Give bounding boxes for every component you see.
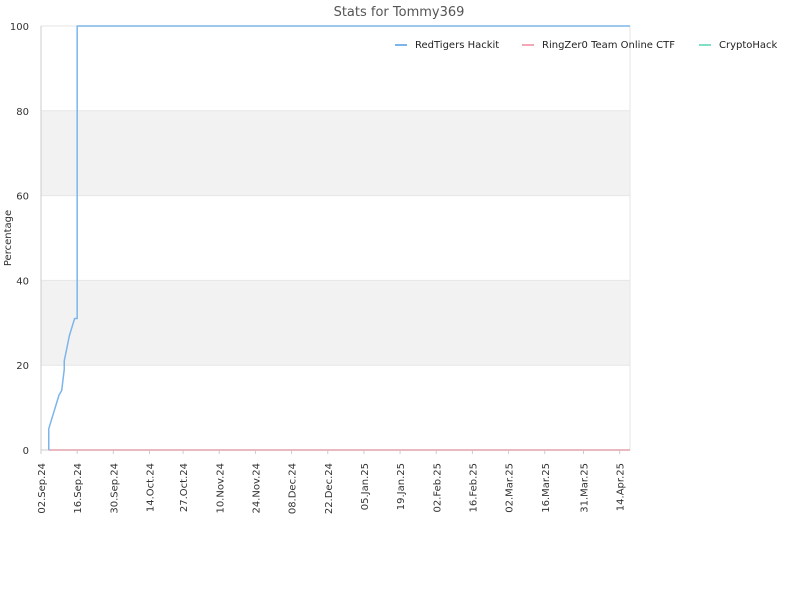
x-axis-ticks: 02.Sep.24 16.Sep.24 30.Sep.24 14.Oct.24 27.O… [37, 450, 627, 514]
legend-item[interactable]: CryptoHack [699, 40, 778, 51]
legend-label: RedTigers Hackit [415, 40, 499, 51]
y-tick-label: 0 [23, 446, 29, 457]
y-tick-label: 80 [16, 107, 29, 118]
chart-title: Stats for Tommy369 [334, 5, 465, 20]
y-tick-label: 40 [16, 276, 29, 287]
x-tick-label: 10.Nov.24 [215, 463, 226, 514]
chart: Stats for Tommy369 0 20 40 60 80 100 02.Sep.2… [3, 5, 778, 514]
x-tick-label: 30.Sep.24 [109, 463, 120, 514]
x-tick-label: 05.Jan.25 [360, 463, 371, 510]
x-tick-label: 14.Apr.25 [616, 463, 627, 511]
x-tick-label: 24.Nov.24 [251, 463, 262, 514]
grid-band [41, 280, 630, 366]
x-tick-label: 02.Sep.24 [37, 463, 48, 514]
grid-bands [41, 110, 630, 366]
x-tick-label: 02.Feb.25 [432, 463, 443, 513]
x-tick-label: 14.Oct.24 [146, 463, 157, 512]
series-line [48, 25, 630, 450]
y-axis-title: Percentage [3, 210, 14, 266]
x-tick-label: 31.Mar.25 [580, 463, 591, 513]
x-tick-label: 27.Oct.24 [179, 463, 190, 512]
grid-band [41, 110, 630, 196]
y-tick-label: 100 [10, 22, 29, 33]
y-tick-label: 20 [16, 361, 29, 372]
legend-item[interactable]: RedTigers Hackit [395, 40, 499, 51]
x-tick-label: 02.Mar.25 [505, 463, 516, 513]
legend-item[interactable]: RingZer0 Team Online CTF [522, 40, 675, 51]
x-tick-label: 16.Sep.24 [73, 463, 84, 514]
x-tick-label: 08.Dec.24 [288, 463, 299, 514]
series-layer [48, 25, 630, 451]
grid-lines [41, 25, 630, 451]
x-tick-label: 16.Mar.25 [541, 463, 552, 513]
x-tick-label: 16.Feb.25 [468, 463, 479, 513]
legend-label: RingZer0 Team Online CTF [542, 40, 675, 51]
x-tick-label: 19.Jan.25 [396, 463, 407, 510]
x-tick-label: 22.Dec.24 [324, 463, 335, 514]
y-tick-label: 60 [16, 192, 29, 203]
legend-label: CryptoHack [719, 40, 778, 51]
axes [40, 26, 631, 451]
legend[interactable]: RedTigers Hackit RingZer0 Team Online CTF… [395, 40, 778, 51]
